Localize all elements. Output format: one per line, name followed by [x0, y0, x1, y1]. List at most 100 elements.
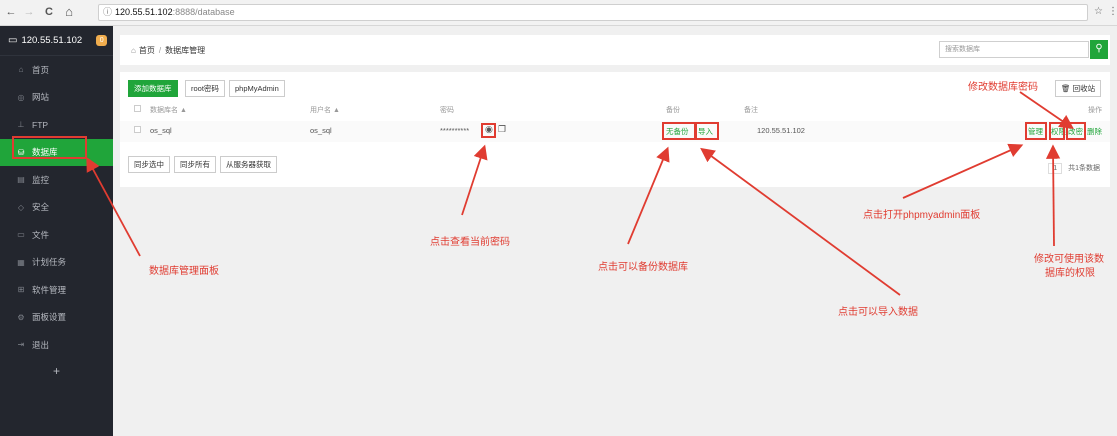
- server-address: 120.55.51.102: [21, 35, 83, 46]
- column-operations: 操作: [1088, 107, 1102, 114]
- sidebar-item-cron[interactable]: ▦ 计划任务: [0, 249, 113, 277]
- forward-button[interactable]: →: [22, 5, 36, 19]
- highlight-database-menu: [12, 136, 87, 159]
- database-user: os_sql: [310, 126, 332, 135]
- search-input[interactable]: 搜索数据库: [939, 41, 1089, 58]
- bookmark-star-icon[interactable]: ☆: [1094, 6, 1103, 17]
- sidebar-item-label: 退出: [32, 339, 50, 350]
- reload-button[interactable]: C: [42, 5, 56, 19]
- table-header: 数据库名 ▲ 用户名 ▲ 密码 备份 备注 操作: [120, 102, 1110, 119]
- trash-icon: 🗑: [1061, 84, 1073, 93]
- sidebar-item-label: FTP: [32, 119, 49, 130]
- sync-selected-button[interactable]: 同步选中: [128, 156, 170, 173]
- sidebar-header: ▭ 120.55.51.102 0: [0, 26, 113, 56]
- address-bar[interactable]: ⓘ 120.55.51.102:8888/database: [98, 4, 1088, 21]
- sidebar-item-label: 面板设置: [32, 312, 67, 323]
- column-name[interactable]: 数据库名 ▲: [150, 105, 187, 115]
- column-user[interactable]: 用户名 ▲: [310, 105, 340, 115]
- sidebar-item-label: 安全: [32, 202, 50, 213]
- recycle-bin-label: 回收站: [1072, 84, 1096, 93]
- monitor-icon: ▤: [17, 175, 25, 185]
- annotation-permission-2: 据库的权限: [1045, 268, 1095, 279]
- row-checkbox[interactable]: [134, 126, 141, 133]
- sidebar-item-logout[interactable]: ⇥ 退出: [0, 331, 113, 359]
- sidebar-item-label: 软件管理: [32, 284, 67, 295]
- annotation-permission-1: 修改可使用该数: [1034, 254, 1104, 265]
- sidebar-item-files[interactable]: ▭ 文件: [0, 221, 113, 249]
- breadcrumb: ⌂ 首页 / 数据库管理: [131, 45, 205, 56]
- logout-icon: ⇥: [17, 340, 25, 350]
- annotation-panel: 数据库管理面板: [149, 266, 219, 277]
- column-note: 备注: [744, 107, 758, 114]
- home-button[interactable]: ⌂: [62, 5, 76, 19]
- annotation-view-password: 点击查看当前密码: [430, 237, 510, 248]
- gear-icon: ⚙: [17, 312, 25, 322]
- sidebar-item-monitor[interactable]: ▤ 监控: [0, 166, 113, 194]
- globe-icon: ◎: [17, 92, 25, 102]
- sidebar-item-website[interactable]: ◎ 网站: [0, 84, 113, 112]
- sidebar-item-software[interactable]: ⊞ 软件管理: [0, 276, 113, 304]
- breadcrumb-home[interactable]: 首页: [139, 46, 155, 55]
- sidebar-item-label: 文件: [32, 229, 50, 240]
- folder-icon: ▭: [17, 230, 25, 240]
- back-button[interactable]: ←: [4, 5, 18, 19]
- select-all-checkbox[interactable]: [134, 105, 141, 112]
- fetch-from-server-button[interactable]: 从服务器获取: [220, 156, 277, 173]
- browser-menu-icon[interactable]: ⋮: [1108, 6, 1117, 17]
- pagination: 1 共1条数据: [1046, 162, 1104, 174]
- highlight-import: [695, 122, 719, 140]
- add-database-button[interactable]: 添加数据库: [128, 80, 178, 97]
- top-bar: ⌂ 首页 / 数据库管理 搜索数据库 ⚲: [120, 35, 1110, 65]
- breadcrumb-separator: /: [158, 46, 162, 55]
- main-content: ⌂ 首页 / 数据库管理 搜索数据库 ⚲ 添加数据库 root密码 phpMyAdmi…: [113, 26, 1117, 436]
- highlight-permission: [1049, 122, 1065, 140]
- page-number[interactable]: 1: [1048, 163, 1063, 174]
- recycle-bin-button[interactable]: 🗑 回收站: [1055, 80, 1102, 97]
- sidebar-item-label: 监控: [32, 174, 50, 185]
- url-host: 120.55.51.102: [115, 7, 173, 17]
- sidebar-item-label: 首页: [32, 64, 50, 75]
- sidebar-item-home[interactable]: ⌂ 首页: [0, 56, 113, 84]
- sidebar-item-settings[interactable]: ⚙ 面板设置: [0, 304, 113, 332]
- add-shortcut-button[interactable]: +: [0, 359, 113, 383]
- sidebar-item-ftp[interactable]: ⊥ FTP: [0, 111, 113, 139]
- annotation-change-password: 修改数据库密码: [968, 82, 1038, 93]
- ftp-icon: ⊥: [17, 120, 25, 130]
- delete-link[interactable]: 删除: [1087, 126, 1102, 137]
- root-password-button[interactable]: root密码: [185, 80, 225, 97]
- database-panel: 添加数据库 root密码 phpMyAdmin 🗑 回收站 数据库名 ▲ 用户名…: [120, 72, 1110, 187]
- annotation-phpmyadmin: 点击打开phpmyadmin面板: [863, 210, 981, 221]
- column-password: 密码: [440, 107, 454, 114]
- grid-icon: ⊞: [17, 285, 25, 295]
- shield-icon: ◇: [17, 202, 25, 212]
- phpmyadmin-button[interactable]: phpMyAdmin: [229, 80, 285, 97]
- home-icon: ⌂: [131, 46, 136, 55]
- highlight-change-password: [1066, 122, 1086, 140]
- database-note: 120.55.51.102: [757, 126, 805, 135]
- home-icon: ⌂: [18, 65, 24, 75]
- copy-icon[interactable]: ❐: [498, 124, 506, 135]
- browser-toolbar: ← → C ⌂ ⓘ 120.55.51.102:8888/database ☆ ⋮: [0, 0, 1117, 26]
- highlight-backup: [662, 122, 696, 140]
- server-icon: ▭: [8, 35, 18, 46]
- highlight-eye: [481, 123, 496, 138]
- breadcrumb-current: 数据库管理: [165, 46, 206, 55]
- search-icon: ⚲: [1095, 43, 1103, 54]
- calendar-icon: ▦: [17, 257, 25, 267]
- table-row: os_sql os_sql ********** ◉ ❐ 无备份 导入 120.…: [120, 121, 1110, 142]
- site-info-icon[interactable]: ⓘ: [103, 7, 112, 17]
- database-name: os_sql: [150, 126, 172, 135]
- sidebar-item-label: 网站: [32, 92, 50, 103]
- notification-badge[interactable]: 0: [96, 35, 108, 46]
- annotation-backup: 点击可以备份数据库: [598, 262, 688, 273]
- sync-all-button[interactable]: 同步所有: [174, 156, 216, 173]
- highlight-manage: [1025, 122, 1047, 140]
- annotation-import: 点击可以导入数据: [838, 307, 918, 318]
- sidebar: ▭ 120.55.51.102 0 ⌂ 首页 ◎ 网站 ⊥ FTP ⛁ 数据库 ▤ 监控 …: [0, 26, 113, 436]
- sidebar-item-security[interactable]: ◇ 安全: [0, 194, 113, 222]
- total-count: 共1条数据: [1068, 165, 1100, 172]
- search-button[interactable]: ⚲: [1090, 40, 1108, 59]
- url-path: :8888/database: [172, 7, 235, 17]
- column-backup: 备份: [666, 107, 680, 114]
- sidebar-item-label: 计划任务: [32, 257, 67, 268]
